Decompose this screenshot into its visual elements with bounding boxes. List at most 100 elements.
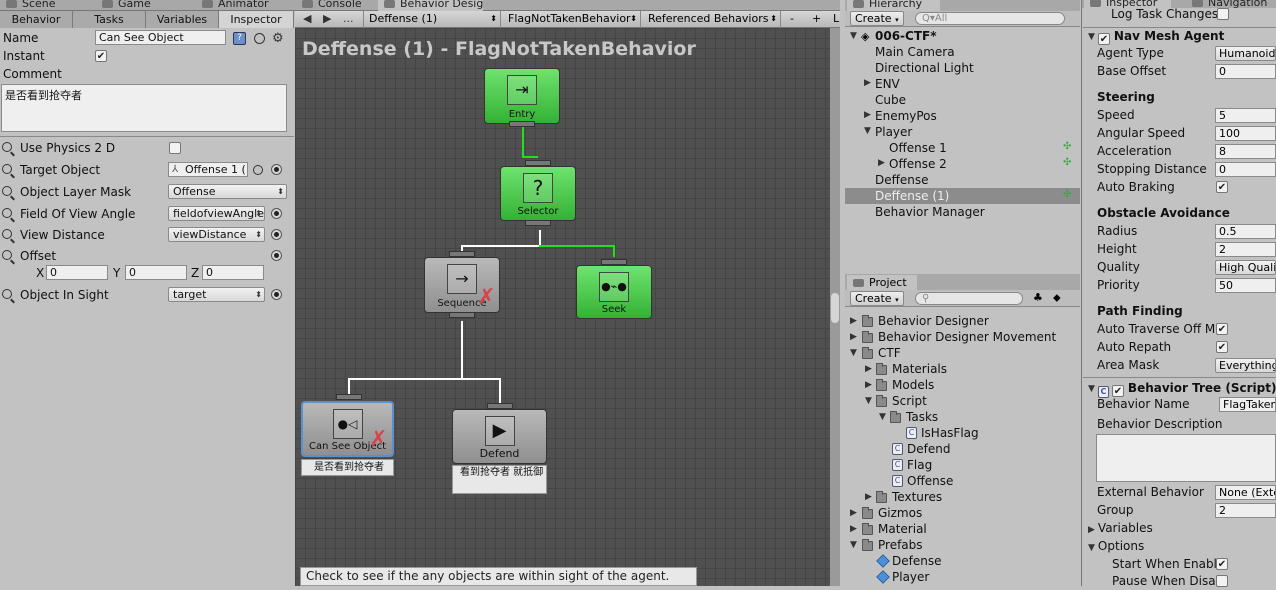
hierarchy-create-dropdown[interactable]: Create ▾ — [850, 11, 904, 26]
variable-search-icon[interactable] — [2, 164, 12, 174]
can-see-object-node[interactable]: ●◁ Can See Object ✗ — [301, 401, 394, 457]
prev-behavior-button[interactable]: ◀ — [303, 12, 311, 25]
speed-input[interactable]: 5 — [1215, 108, 1276, 123]
behavior-name-input[interactable]: FlagTaken — [1219, 397, 1276, 412]
variable-search-icon[interactable] — [2, 186, 12, 196]
use-physics-checkbox[interactable] — [169, 142, 181, 154]
project-item-defend[interactable]: Defend — [907, 441, 950, 457]
group-input[interactable]: 2 — [1215, 503, 1276, 518]
project-item-models[interactable]: Models — [892, 377, 934, 393]
pause-when-disabled-checkbox[interactable] — [1216, 575, 1228, 587]
expand-arrow-icon[interactable]: ▶ — [1088, 525, 1095, 535]
defend-node[interactable]: ▶ Defend — [452, 409, 547, 464]
expand-arrow-icon[interactable]: ▶ — [864, 78, 871, 88]
expand-arrow-icon[interactable]: ▶ — [850, 316, 857, 326]
scene-name[interactable]: 006-CTF* — [875, 28, 937, 44]
collapse-arrow-icon[interactable]: ▼ — [864, 126, 871, 136]
collapse-arrow-icon[interactable]: ▼ — [865, 396, 872, 406]
referenced-behaviors-dropdown[interactable]: Referenced Behaviors ⬍ — [643, 11, 781, 28]
selector-node[interactable]: ? Selector — [500, 166, 576, 221]
offset-z-input[interactable]: 0 — [202, 265, 264, 280]
target-object-field[interactable]: ⅄ Offense 1 ( — [168, 162, 248, 177]
nav-mesh-agent-header[interactable]: ▼ ✔ Nav Mesh Agent — [1088, 27, 1224, 45]
cansee-input-port[interactable] — [336, 394, 362, 400]
project-item-offense[interactable]: Offense — [907, 473, 953, 489]
expand-arrow-icon[interactable]: ▶ — [865, 380, 872, 390]
tab-game[interactable]: Game — [96, 0, 151, 11]
view-distance-dropdown[interactable]: viewDistance — [168, 227, 265, 242]
graph-scroll-thumb[interactable] — [831, 293, 839, 323]
variable-search-icon[interactable] — [2, 289, 12, 299]
expand-arrow-icon[interactable]: ▶ — [864, 110, 871, 120]
hierarchy-item-env[interactable]: ENV — [875, 76, 900, 92]
selector-output-port[interactable] — [525, 220, 551, 226]
bd-tab-behavior[interactable]: Behavior — [0, 11, 73, 28]
agent-type-dropdown[interactable]: Humanoid — [1215, 46, 1276, 61]
filter-by-label-icon[interactable]: ⬥ — [1053, 291, 1061, 305]
project-item-ctf[interactable]: CTF — [878, 345, 901, 361]
project-item-ishasflag[interactable]: IsHasFlag — [921, 425, 979, 441]
object-picker-button[interactable]: ... — [343, 12, 354, 25]
stopping-distance-input[interactable]: 0 — [1215, 162, 1276, 177]
variables-foldout[interactable]: ▶ Variables — [1088, 519, 1153, 537]
tab-console[interactable]: Console — [296, 0, 362, 11]
filter-by-type-icon[interactable]: ♣ — [1033, 291, 1043, 304]
variable-search-icon[interactable] — [2, 229, 12, 239]
tab-behavior-designer[interactable]: Behavior Desig — [378, 0, 484, 11]
sequence-node[interactable]: → Sequence ✗ — [424, 257, 500, 313]
tab-animator[interactable]: Animator — [196, 0, 269, 11]
variable-search-icon[interactable] — [2, 208, 12, 218]
hierarchy-item-offense-1[interactable]: Offense 1 — [889, 140, 947, 156]
project-item-flag[interactable]: Flag — [907, 457, 932, 473]
project-item-player-prefab[interactable]: Player — [892, 569, 929, 585]
bd-tab-tasks[interactable]: Tasks — [73, 11, 146, 28]
collapse-arrow-icon[interactable]: ▼ — [1088, 32, 1095, 42]
variable-search-icon[interactable] — [2, 250, 12, 260]
external-behavior-field[interactable]: None (Exte — [1215, 485, 1276, 500]
acceleration-input[interactable]: 8 — [1215, 144, 1276, 159]
project-item-textures[interactable]: Textures — [892, 489, 942, 505]
help-icon[interactable]: ? — [233, 32, 246, 45]
options-foldout[interactable]: ▼ Options — [1088, 537, 1144, 555]
graph-scrollbar[interactable] — [830, 28, 840, 586]
project-item-materials[interactable]: Materials — [892, 361, 947, 377]
project-item-gizmos[interactable]: Gizmos — [878, 505, 922, 521]
collapse-arrow-icon[interactable]: ▼ — [850, 540, 857, 550]
log-task-changes-checkbox[interactable] — [1217, 8, 1229, 20]
object-in-sight-dropdown[interactable]: target — [168, 287, 265, 302]
shared-variable-icon[interactable] — [271, 289, 282, 300]
project-item-prefabs[interactable]: Prefabs — [878, 537, 923, 553]
offset-y-input[interactable]: 0 — [125, 265, 187, 280]
collapse-arrow-icon[interactable]: ▼ — [850, 348, 857, 358]
radius-input[interactable]: 0.5 — [1215, 224, 1276, 239]
hierarchy-item-deffense-1[interactable]: Deffense (1) — [875, 188, 949, 204]
hierarchy-search-input[interactable]: Q▾All — [915, 12, 1065, 25]
bd-tab-inspector[interactable]: Inspector — [219, 11, 294, 28]
instant-checkbox[interactable]: ✔ — [95, 50, 107, 62]
hierarchy-item-offense-2[interactable]: Offense 2 — [889, 156, 947, 172]
hierarchy-item-enemypos[interactable]: EnemyPos — [875, 108, 937, 124]
auto-traverse-checkbox[interactable]: ✔ — [1216, 323, 1228, 335]
behavior-selector-dropdown[interactable]: FlagNotTakenBehavior ⬍ — [503, 11, 641, 28]
hierarchy-item-main-camera[interactable]: Main Camera — [875, 44, 955, 60]
seek-node[interactable]: ●⌁● Seek — [576, 265, 652, 319]
expand-arrow-icon[interactable]: ▶ — [850, 524, 857, 534]
angular-speed-input[interactable]: 100 — [1215, 126, 1276, 141]
area-mask-dropdown[interactable]: Everything — [1215, 358, 1276, 373]
hierarchy-item-player[interactable]: Player — [875, 124, 912, 140]
lock-button[interactable]: L — [833, 12, 839, 25]
quality-dropdown[interactable]: High Quality — [1215, 260, 1276, 275]
next-behavior-button[interactable]: ▶ — [323, 12, 331, 25]
task-name-input[interactable]: Can See Object — [95, 30, 226, 45]
scene-expand-arrow[interactable]: ▼ — [850, 31, 857, 41]
layer-mask-dropdown[interactable]: Offense — [168, 184, 287, 199]
tab-scene[interactable]: Scene — [0, 0, 56, 11]
project-item-material[interactable]: Material — [878, 521, 927, 537]
expand-arrow-icon[interactable]: ▶ — [865, 364, 872, 374]
expand-arrow-icon[interactable]: ▶ — [850, 332, 857, 342]
project-item-bd-movement[interactable]: Behavior Designer Movement — [878, 329, 1056, 345]
entry-node[interactable]: ⇥ Entry — [484, 68, 560, 124]
collapse-arrow-icon[interactable]: ▼ — [1088, 543, 1095, 553]
project-item-behavior-designer[interactable]: Behavior Designer — [878, 313, 989, 329]
sequence-output-port[interactable] — [449, 312, 475, 318]
